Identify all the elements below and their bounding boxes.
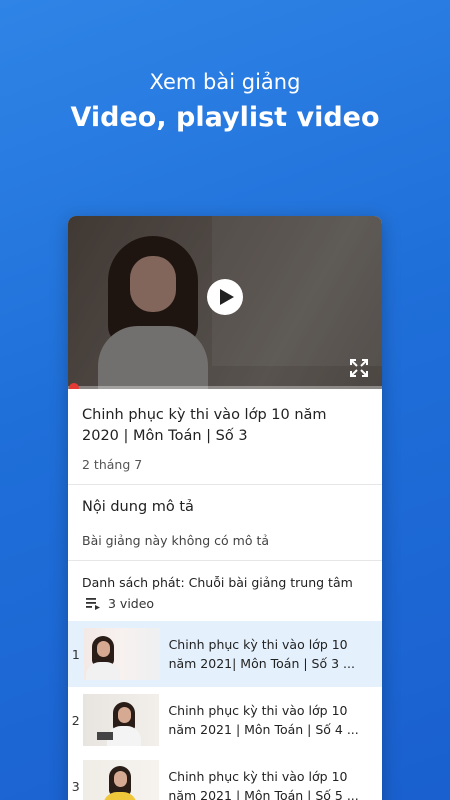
fullscreen-button[interactable] — [350, 359, 368, 377]
playlist-item-index: 2 — [71, 712, 80, 728]
description-section: Nội dung mô tả Bài giảng này không có mô… — [68, 485, 382, 561]
video-info: Chinh phục kỳ thi vào lớp 10 năm 2020 | … — [68, 389, 382, 485]
playlist-header: Danh sách phát: Chuỗi bài giảng trung tâ… — [68, 561, 382, 621]
playlist-item-title: Chinh phục kỳ thi vào lớp 10 năm 2021 | … — [168, 769, 359, 800]
play-button[interactable] — [207, 279, 243, 315]
app-screen: Chinh phục kỳ thi vào lớp 10 năm 2020 | … — [68, 216, 382, 800]
playlist-item-title: Chinh phục kỳ thi vào lớp 10 năm 2021 | … — [168, 703, 359, 737]
playlist-item-thumbnail — [83, 694, 160, 746]
fullscreen-icon — [350, 359, 368, 377]
play-icon — [219, 289, 234, 305]
description-text: Bài giảng này không có mô tả — [82, 533, 270, 548]
playlist-name: Danh sách phát: Chuỗi bài giảng trung tâ… — [82, 575, 353, 590]
playlist-item-index: 1 — [71, 646, 80, 662]
playlist-item-thumbnail — [83, 628, 160, 680]
playlist-item-title: Chinh phục kỳ thi vào lớp 10 năm 2021| M… — [168, 637, 355, 671]
playlist-count: 3 video — [82, 596, 368, 611]
video-player[interactable] — [68, 216, 382, 389]
video-date: 2 tháng 7 — [82, 457, 143, 472]
playlist-item-3[interactable]: 3 Chinh phục kỳ thi vào lớp 10 năm 2021 … — [68, 753, 382, 800]
playlist-count-label: 3 video — [108, 596, 155, 611]
progress-handle[interactable] — [69, 383, 79, 389]
playlist-item-index: 3 — [71, 778, 80, 794]
video-title: Chinh phục kỳ thi vào lớp 10 năm 2020 | … — [82, 407, 327, 444]
promo-subtitle: Xem bài giảng — [149, 70, 301, 94]
playlist-item-thumbnail — [83, 760, 160, 800]
progress-bar[interactable] — [68, 386, 382, 389]
description-heading: Nội dung mô tả — [82, 499, 194, 515]
playlist-item-1[interactable]: 1 Chinh phục kỳ thi vào lớp 10 năm 2021|… — [68, 621, 382, 687]
playlist-icon — [86, 597, 100, 610]
promo-title: Video, playlist video — [70, 102, 380, 133]
playlist-item-2[interactable]: 2 Chinh phục kỳ thi vào lớp 10 năm 2021 … — [68, 687, 382, 753]
